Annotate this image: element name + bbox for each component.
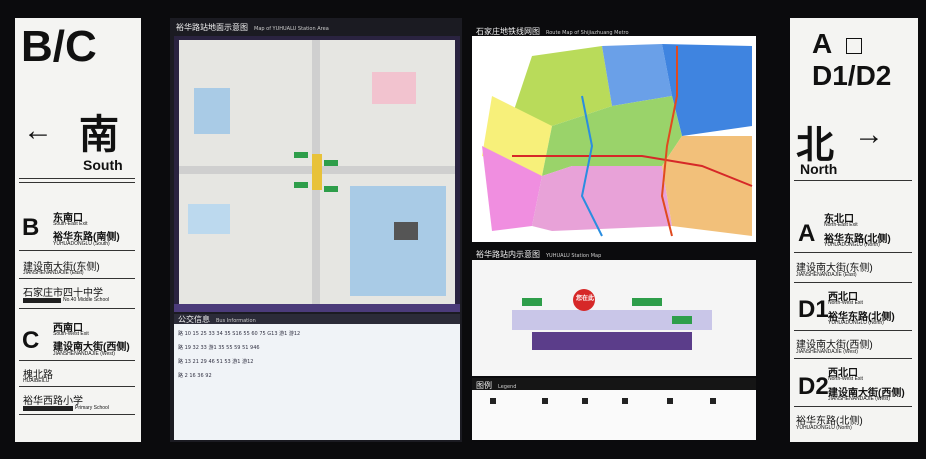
legend-title: 图例 Legend: [476, 381, 517, 390]
elevator-icon: [542, 398, 548, 404]
legend-board: 图例 Legend: [472, 378, 756, 440]
ticket-icon: [667, 398, 673, 404]
you-are-here-label: 您在此: [576, 295, 595, 302]
bus-row: 路 2 16 36 92: [178, 373, 212, 379]
direction-cn: 南: [79, 112, 119, 158]
exit-d1-letter: D1: [798, 296, 829, 323]
exit-d1-road-en: YUHUADONGLU (North): [828, 320, 884, 326]
exit-d-label: D1/D2: [812, 60, 892, 91]
dest1-en: JIANSHENANDAJIE (East): [23, 270, 84, 276]
exit-a-label: A: [812, 28, 833, 59]
exit-a-letter: A: [798, 220, 816, 247]
accessible-icon: [846, 38, 862, 54]
direction-en: South: [83, 157, 123, 173]
right-exit-sign: A D1/D2 北 → North A 东北口 North-East Exit …: [790, 18, 918, 442]
dest2-en: JIANSHENANDAJIE (West): [796, 349, 858, 355]
exits-label: B/C: [21, 22, 97, 71]
bus-row: 路 19 32 33 游1 35 55 59 51 946: [178, 345, 260, 351]
direction-en: North: [800, 161, 838, 177]
exit-d1-title-en: North-West Exit: [828, 300, 863, 306]
exit-a-road-en: YUHUADONGLU (North): [824, 242, 880, 248]
bus-info-board: 公交信息 Bus Information 路 10 15 25 33 34 35 …: [174, 314, 460, 440]
exit-d2-letter: D2: [798, 373, 829, 400]
area-map-title: 裕华路站地面示意图 Map of YUHUALU Station Area: [176, 23, 329, 32]
exit-a-title-en: North-East Exit: [824, 222, 858, 228]
left-exit-sign: B/C ← 南 South B 东南口 South-East Exit 裕华东路…: [15, 18, 141, 442]
redacted-text: [23, 406, 73, 411]
bus-info-title: 公交信息 Bus Information: [178, 315, 256, 324]
exit-c-road-en: JIANSHENANDAJIE (West): [53, 351, 115, 357]
exit-b-road-en: YUHUADONGLU (South): [53, 241, 110, 247]
right-arrow-icon: →: [854, 118, 884, 151]
dest4-cn: 裕华西路小学: [23, 396, 83, 407]
exit-c-title-en: South-West Exit: [53, 331, 89, 337]
dest3-en: HUAIBEILU: [23, 378, 50, 384]
bus-row: 路 13 21 29 46 51 53 游1 游12: [178, 359, 254, 365]
exit-c-letter: C: [22, 327, 40, 354]
exit-d2-title-en: North-West Exit: [828, 376, 863, 382]
redacted-text: [23, 298, 61, 303]
exit-d2-road-en: JIANSHENANDAJIE (West): [828, 396, 890, 402]
station-map-title: 裕华路站内示意图 YUHUALU Station Map: [476, 250, 602, 259]
exit-b-letter: B: [22, 214, 40, 241]
station-map: [472, 260, 756, 376]
toilet-icon: [490, 398, 496, 404]
area-map: [174, 36, 460, 312]
bus-row: 路 10 15 25 33 34 35 S16 55 60 75 G13 游1 …: [178, 331, 301, 337]
exit-b-title-en: South-East Exit: [53, 221, 88, 227]
stairs-icon: [582, 398, 588, 404]
dest3-en: YUHUADONGLU (North): [796, 425, 852, 431]
service-icon: [710, 398, 716, 404]
left-arrow-icon: ←: [23, 114, 53, 147]
route-map: [472, 36, 756, 242]
dest4-en: Primary School: [75, 405, 109, 411]
dest2-en: No.40 Middle School: [63, 297, 110, 303]
exit-icon: [622, 398, 628, 404]
dest1-en: JIANSHENANDAJIE (East): [796, 272, 857, 278]
